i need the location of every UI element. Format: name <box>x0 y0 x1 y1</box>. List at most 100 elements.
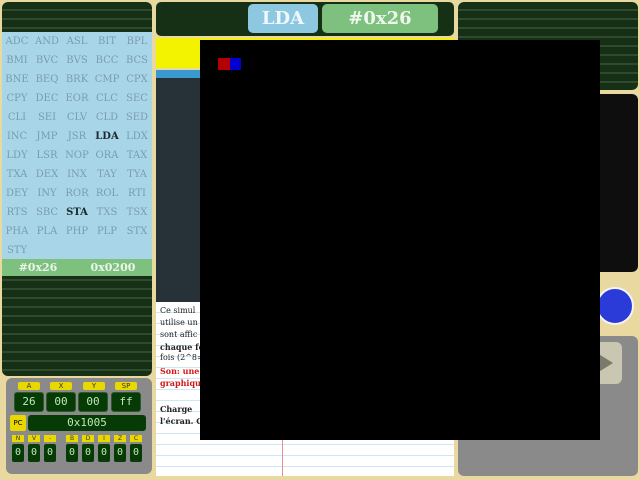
register-sp-label: SP <box>115 382 137 390</box>
opcode-brk[interactable]: BRK <box>62 70 92 89</box>
register-sp-value: ff <box>111 392 141 412</box>
text-line-8: Charge <box>160 404 193 414</box>
status-address: 0x0200 <box>90 261 136 274</box>
opcode-sty[interactable]: STY <box>2 241 32 260</box>
flag-label: I <box>98 435 110 442</box>
pc-label: PC <box>10 415 26 431</box>
blue-circle-icon[interactable] <box>596 287 634 325</box>
opcode-cli[interactable]: CLI <box>2 108 32 127</box>
opcode-ldy[interactable]: LDY <box>2 146 32 165</box>
flag-value: 0 <box>130 444 142 462</box>
opcode-cld[interactable]: CLD <box>92 108 122 127</box>
opcode-asl[interactable]: ASL <box>62 32 92 51</box>
opcode-txs[interactable]: TXS <box>92 203 122 222</box>
instruction-status: #0x26 0x0200 <box>2 259 152 276</box>
text-line-6: Son: une <box>160 366 200 376</box>
pixel-red <box>218 58 230 70</box>
opcode-clc[interactable]: CLC <box>92 89 122 108</box>
opcode-dex[interactable]: DEX <box>32 165 62 184</box>
screen-display <box>200 40 600 440</box>
opcode-sbc[interactable]: SBC <box>32 203 62 222</box>
opcode-jmp[interactable]: JMP <box>32 127 62 146</box>
opcode-grid: ADC AND ASL BIT BPL BMI BVC BVS BCC BCS BNE BEQ BRK C… <box>2 32 152 260</box>
opcode-pha[interactable]: PHA <box>2 222 32 241</box>
register-y-label: Y <box>83 382 105 390</box>
opcode-rti[interactable]: RTI <box>122 184 152 203</box>
opcode-php[interactable]: PHP <box>62 222 92 241</box>
text-line-3: sont affic <box>160 330 198 339</box>
flag-label: Z <box>114 435 126 442</box>
register-a-value: 26 <box>14 392 44 412</box>
opcode-tsx[interactable]: TSX <box>122 203 152 222</box>
flag-label: D <box>82 435 94 442</box>
flag-value: 0 <box>44 444 56 462</box>
flag-value: 0 <box>98 444 110 462</box>
opcode-bvc[interactable]: BVC <box>32 51 62 70</box>
flag-value: 0 <box>28 444 40 462</box>
opcode-txa[interactable]: TXA <box>2 165 32 184</box>
opcode-rts[interactable]: RTS <box>2 203 32 222</box>
register-x-value: 00 <box>46 392 76 412</box>
opcode-and[interactable]: AND <box>32 32 62 51</box>
opcode-ror[interactable]: ROR <box>62 184 92 203</box>
opcode-tax[interactable]: TAX <box>122 146 152 165</box>
text-line-2: utilise un <box>160 318 198 327</box>
opcode-adc[interactable]: ADC <box>2 32 32 51</box>
opcode-inc[interactable]: INC <box>2 127 32 146</box>
opcode-plp[interactable]: PLP <box>92 222 122 241</box>
opcode-rol[interactable]: ROL <box>92 184 122 203</box>
flag-label: - <box>44 435 56 442</box>
opcode-cmp[interactable]: CMP <box>92 70 122 89</box>
opcode-stx[interactable]: STX <box>122 222 152 241</box>
flag-value: 0 <box>12 444 24 462</box>
opcode-cpy[interactable]: CPY <box>2 89 32 108</box>
flag-label: C <box>130 435 142 442</box>
opcode-nop[interactable]: NOP <box>62 146 92 165</box>
flag-value: 0 <box>114 444 126 462</box>
opcode-jsr[interactable]: JSR <box>62 127 92 146</box>
opcode-lda[interactable]: LDA <box>92 127 122 146</box>
pc-value: 0x1005 <box>28 415 146 431</box>
opcode-bvs[interactable]: BVS <box>62 51 92 70</box>
opcode-lsr[interactable]: LSR <box>32 146 62 165</box>
opcode-pla[interactable]: PLA <box>32 222 62 241</box>
flag-value: 0 <box>82 444 94 462</box>
opcode-eor[interactable]: EOR <box>62 89 92 108</box>
text-line-9: l'écran. C <box>160 416 203 426</box>
register-x-label: X <box>50 382 72 390</box>
opcode-sta[interactable]: STA <box>62 203 92 222</box>
flag-label: V <box>28 435 40 442</box>
opcode-bne[interactable]: BNE <box>2 70 32 89</box>
text-line-4: chaque fo <box>160 342 204 352</box>
opcode-iny[interactable]: INY <box>32 184 62 203</box>
opcode-bpl[interactable]: BPL <box>122 32 152 51</box>
opcode-inx[interactable]: INX <box>62 165 92 184</box>
opcode-ldx[interactable]: LDX <box>122 127 152 146</box>
opcode-bit[interactable]: BIT <box>92 32 122 51</box>
flag-value: 0 <box>66 444 78 462</box>
opcode-tay[interactable]: TAY <box>92 165 122 184</box>
opcode-bcc[interactable]: BCC <box>92 51 122 70</box>
operand-button[interactable]: #0x26 <box>322 4 438 33</box>
text-line-1: Ce simul <box>160 306 196 315</box>
opcode-dey[interactable]: DEY <box>2 184 32 203</box>
opcode-sed[interactable]: SED <box>122 108 152 127</box>
opcode-bcs[interactable]: BCS <box>122 51 152 70</box>
opcode-tya[interactable]: TYA <box>122 165 152 184</box>
status-operand: #0x26 <box>18 261 58 274</box>
flag-label: N <box>12 435 24 442</box>
opcode-sec[interactable]: SEC <box>122 89 152 108</box>
opcode-sei[interactable]: SEI <box>32 108 62 127</box>
text-line-7: graphiqu <box>160 378 201 388</box>
register-a-label: A <box>18 382 40 390</box>
instruction-panel: ADC AND ASL BIT BPL BMI BVC BVS BCC BCS BNE BEQ BRK C… <box>2 2 152 376</box>
opcode-dec[interactable]: DEC <box>32 89 62 108</box>
opcode-cpx[interactable]: CPX <box>122 70 152 89</box>
opcode-clv[interactable]: CLV <box>62 108 92 127</box>
opcode-ora[interactable]: ORA <box>92 146 122 165</box>
opcode-bmi[interactable]: BMI <box>2 51 32 70</box>
opcode-beq[interactable]: BEQ <box>32 70 62 89</box>
register-panel: A X Y SP 26 00 00 ff PC 0x1005 N0V0-0B0D… <box>6 378 152 474</box>
instruction-button[interactable]: LDA <box>248 4 318 33</box>
text-line-5: fois (2^8= <box>160 353 204 362</box>
